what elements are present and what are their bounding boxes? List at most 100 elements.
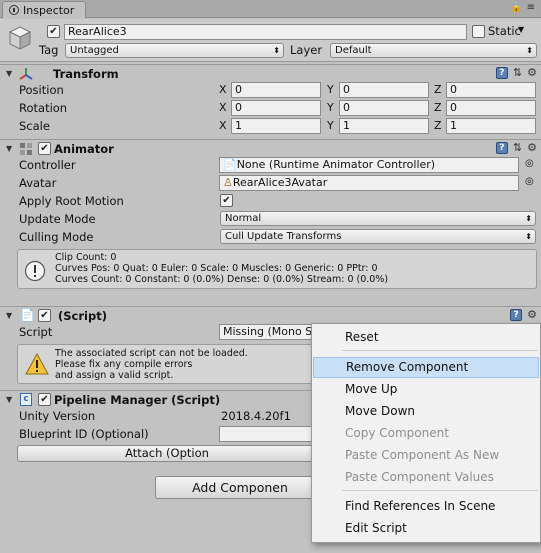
help-book-icon[interactable]: ? bbox=[495, 67, 508, 79]
transform-icon bbox=[19, 68, 33, 80]
object-header: ✔ RearAlice3 Static ▼ Tag Untagged ⬍ Lay… bbox=[0, 19, 541, 62]
transform-z-field[interactable]: 0 bbox=[446, 100, 536, 116]
foldout-arrow-icon[interactable]: ▼ bbox=[6, 144, 12, 153]
controller-label: Controller bbox=[19, 158, 76, 172]
root-motion-checkbox[interactable]: ✔ bbox=[220, 194, 233, 207]
transform-z-field[interactable]: 1 bbox=[446, 118, 536, 134]
transform-x-field[interactable]: 0 bbox=[231, 100, 321, 116]
layer-label: Layer bbox=[290, 43, 323, 57]
object-name-field[interactable]: RearAlice3 bbox=[64, 24, 467, 40]
animator-enabled-checkbox[interactable]: ✔ bbox=[38, 142, 51, 155]
animator-icon bbox=[20, 143, 32, 155]
gear-icon[interactable]: ⚙ bbox=[527, 67, 537, 79]
transform-x-field[interactable]: 1 bbox=[231, 118, 321, 134]
avatar-person-icon: ♙ bbox=[223, 176, 233, 189]
axis-label-x: X bbox=[219, 119, 227, 132]
attach-button[interactable]: Attach (Option bbox=[17, 445, 317, 462]
static-label: Static bbox=[488, 24, 521, 38]
script-field[interactable]: Missing (Mono S bbox=[219, 324, 319, 340]
axis-label-x: X bbox=[219, 83, 227, 96]
help-book-icon[interactable]: ? bbox=[510, 309, 523, 321]
inspector-tabbar: Inspector 🔒 ≡ bbox=[0, 0, 541, 18]
lock-icon[interactable]: 🔒 bbox=[510, 2, 522, 13]
add-component-button[interactable]: Add Componen bbox=[155, 476, 325, 499]
blueprint-label: Blueprint ID (Optional) bbox=[19, 427, 149, 441]
axis-label-x: X bbox=[219, 101, 227, 114]
preset-icon[interactable]: ⇅ bbox=[513, 142, 522, 154]
transform-x-field[interactable]: 0 bbox=[231, 82, 321, 98]
culling-mode-dropdown[interactable]: Cull Update Transforms ⬍ bbox=[220, 229, 536, 244]
active-checkbox[interactable]: ✔ bbox=[47, 25, 60, 38]
root-motion-label: Apply Root Motion bbox=[19, 194, 124, 208]
help-book-icon[interactable]: ? bbox=[495, 142, 508, 154]
menu-icon[interactable]: ≡ bbox=[527, 2, 535, 13]
inspector-tab[interactable]: Inspector bbox=[2, 1, 86, 18]
update-mode-dropdown[interactable]: Normal ⬍ bbox=[220, 211, 536, 226]
blueprint-field[interactable] bbox=[219, 426, 319, 442]
menu-item-reset[interactable]: Reset bbox=[313, 327, 539, 348]
gameobject-cube-icon bbox=[8, 26, 32, 50]
object-picker-icon[interactable]: ◎ bbox=[525, 158, 534, 169]
animator-info-box: Clip Count: 0 Curves Pos: 0 Quat: 0 Eule… bbox=[17, 249, 537, 289]
transform-y-field[interactable]: 0 bbox=[339, 82, 429, 98]
animator-title: Animator bbox=[54, 142, 114, 156]
static-dropdown-arrow-icon[interactable]: ▼ bbox=[518, 25, 524, 34]
transform-header[interactable]: ▼ Transform ? ⇅ ⚙ bbox=[0, 64, 541, 82]
update-mode-label: Update Mode bbox=[19, 212, 96, 226]
transform-row-label: Position bbox=[19, 83, 64, 97]
chevron-updown-icon: ⬍ bbox=[526, 46, 533, 55]
menu-item-paste-component-values: Paste Component Values bbox=[345, 470, 494, 484]
transform-row-label: Rotation bbox=[19, 101, 68, 115]
animator-info-text: Clip Count: 0 Curves Pos: 0 Quat: 0 Eule… bbox=[55, 252, 389, 285]
avatar-field[interactable]: ♙RearAlice3Avatar bbox=[219, 175, 519, 191]
menu-item-paste-component-as-new: Paste Component As New bbox=[345, 448, 500, 462]
menu-item-move-up[interactable]: Move Up bbox=[313, 379, 539, 400]
layer-dropdown[interactable]: Default ⬍ bbox=[330, 43, 537, 58]
transform-row-label: Scale bbox=[19, 119, 50, 133]
axis-label-z: Z bbox=[434, 83, 442, 96]
document-icon: 📄 bbox=[223, 158, 237, 171]
transform-z-field[interactable]: 0 bbox=[446, 82, 536, 98]
gear-icon[interactable]: ⚙ bbox=[527, 142, 537, 154]
layer-value: Default bbox=[335, 45, 372, 56]
script-enabled-checkbox[interactable]: ✔ bbox=[38, 309, 51, 322]
menu-separator bbox=[342, 490, 538, 491]
axis-label-y: Y bbox=[327, 101, 334, 114]
axis-label-y: Y bbox=[327, 119, 334, 132]
object-picker-icon[interactable]: ◎ bbox=[525, 176, 534, 187]
tag-dropdown[interactable]: Untagged ⬍ bbox=[65, 43, 284, 58]
avatar-value: RearAlice3Avatar bbox=[232, 176, 328, 189]
transform-title: Transform bbox=[53, 67, 119, 81]
foldout-arrow-icon[interactable]: ▼ bbox=[6, 69, 12, 78]
info-icon bbox=[24, 260, 46, 282]
chevron-updown-icon: ⬍ bbox=[525, 232, 532, 241]
axis-label-z: Z bbox=[434, 119, 442, 132]
missing-script-header[interactable]: ▼ 📄 ✔ (Script) ? ⚙ bbox=[0, 306, 541, 324]
component-context-menu: Reset Remove Component Move Up Move Down Cop… bbox=[311, 323, 541, 543]
chevron-updown-icon: ⬍ bbox=[273, 46, 280, 55]
menu-item-find-references-in-scene[interactable]: Find References In Scene bbox=[313, 496, 539, 517]
menu-item-edit-script[interactable]: Edit Script bbox=[313, 518, 539, 539]
transform-y-field[interactable]: 0 bbox=[339, 100, 429, 116]
menu-item-move-down[interactable]: Move Down bbox=[313, 401, 539, 422]
controller-value: None (Runtime Animator Controller) bbox=[236, 158, 436, 171]
menu-item-remove-component[interactable]: Remove Component bbox=[313, 357, 539, 378]
preset-icon[interactable]: ⇅ bbox=[513, 67, 522, 79]
pipeline-enabled-checkbox[interactable]: ✔ bbox=[38, 393, 51, 406]
foldout-arrow-icon[interactable]: ▼ bbox=[6, 311, 12, 320]
warning-icon bbox=[25, 353, 49, 375]
script-label: Script bbox=[19, 325, 53, 339]
tag-value: Untagged bbox=[70, 45, 119, 56]
script-warning-box: The associated script can not be loaded.… bbox=[17, 344, 317, 384]
culling-mode-value: Cull Update Transforms bbox=[225, 231, 342, 242]
controller-field[interactable]: 📄None (Runtime Animator Controller) bbox=[219, 157, 519, 173]
axis-label-y: Y bbox=[327, 83, 334, 96]
gear-icon[interactable]: ⚙ bbox=[527, 309, 537, 321]
animator-header[interactable]: ▼ ✔ Animator ? ⇅ ⚙ bbox=[0, 139, 541, 157]
foldout-arrow-icon[interactable]: ▼ bbox=[6, 395, 12, 404]
transform-y-field[interactable]: 1 bbox=[339, 118, 429, 134]
static-checkbox[interactable] bbox=[472, 25, 485, 38]
menu-separator bbox=[342, 350, 538, 351]
document-icon: 📄 bbox=[20, 308, 35, 322]
culling-mode-label: Culling Mode bbox=[19, 230, 94, 244]
